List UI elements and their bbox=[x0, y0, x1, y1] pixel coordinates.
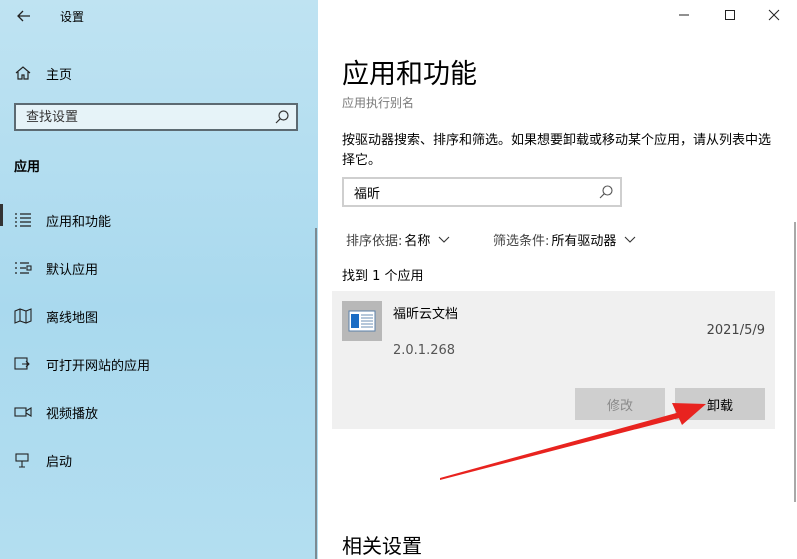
document-app-icon bbox=[348, 310, 376, 332]
search-icon[interactable] bbox=[598, 184, 614, 200]
sort-dropdown[interactable]: 排序依据: 名称 bbox=[346, 230, 450, 249]
startup-icon bbox=[15, 453, 29, 468]
sort-value: 名称 bbox=[404, 234, 431, 249]
app-search-input[interactable] bbox=[344, 183, 598, 201]
video-playback-icon bbox=[14, 407, 32, 417]
modify-button[interactable]: 修改 bbox=[575, 388, 665, 420]
settings-search-box[interactable] bbox=[14, 103, 298, 131]
main-pane: 应用和功能 应用执行别名 按驱动器搜索、排序和筛选。如果想要卸载或移动某个应用，… bbox=[318, 0, 797, 559]
settings-search-input[interactable] bbox=[16, 105, 274, 129]
app-name: 福昕云文档 bbox=[393, 307, 459, 322]
filter-dropdown[interactable]: 筛选条件: 所有驱动器 bbox=[493, 230, 636, 249]
close-icon bbox=[768, 9, 780, 21]
minimize-icon bbox=[679, 14, 689, 16]
sidebar-item-apps-for-websites[interactable]: 可打开网站的应用 bbox=[0, 340, 318, 388]
apps-features-icon bbox=[15, 213, 31, 227]
close-button[interactable] bbox=[751, 0, 797, 30]
filter-label: 筛选条件: bbox=[493, 234, 550, 249]
related-settings-heading: 相关设置 bbox=[342, 534, 422, 558]
home-icon bbox=[15, 66, 31, 80]
sidebar-item-label: 默认应用 bbox=[46, 262, 99, 278]
back-button[interactable] bbox=[12, 6, 36, 26]
sidebar: 设置 主页 应用 应用和功能 默认应用 离线地图 可打开网站的应用 视频播放 bbox=[0, 0, 318, 559]
chevron-down-icon bbox=[439, 236, 450, 243]
uninstall-button[interactable]: 卸载 bbox=[675, 388, 765, 420]
sidebar-item-offline-maps[interactable]: 离线地图 bbox=[0, 292, 318, 340]
app-search-box[interactable] bbox=[342, 177, 622, 207]
app-version: 2.0.1.268 bbox=[393, 343, 456, 358]
window-title: 设置 bbox=[60, 10, 85, 24]
app-icon bbox=[342, 301, 382, 341]
sidebar-item-label: 启动 bbox=[46, 454, 73, 470]
sidebar-item-video-playback[interactable]: 视频播放 bbox=[0, 388, 318, 436]
sidebar-item-apps-features[interactable]: 应用和功能 bbox=[0, 196, 318, 244]
apps-for-websites-icon bbox=[14, 357, 30, 370]
description-text: 按驱动器搜索、排序和筛选。如果想要卸载或移动某个应用，请从列表中选择它。 bbox=[342, 133, 772, 168]
sidebar-nav: 应用和功能 默认应用 离线地图 可打开网站的应用 视频播放 启动 bbox=[0, 196, 318, 484]
found-count-text: 找到 1 个应用 bbox=[342, 269, 424, 284]
section-title: 应用 bbox=[14, 160, 41, 175]
default-apps-icon bbox=[15, 262, 32, 274]
title-bar: 设置 bbox=[0, 0, 318, 32]
sidebar-item-label: 应用和功能 bbox=[46, 214, 112, 230]
sidebar-item-label: 可打开网站的应用 bbox=[46, 358, 151, 374]
filter-value: 所有驱动器 bbox=[551, 234, 617, 249]
sidebar-item-label: 视频播放 bbox=[46, 406, 99, 422]
home-label: 主页 bbox=[46, 67, 73, 83]
minimize-button[interactable] bbox=[661, 0, 707, 30]
home-nav-item[interactable]: 主页 bbox=[14, 62, 72, 84]
page-title: 应用和功能 bbox=[342, 59, 477, 90]
main-scrollbar[interactable] bbox=[794, 222, 796, 502]
maximize-icon bbox=[725, 10, 735, 20]
search-icon[interactable] bbox=[274, 109, 290, 125]
app-execution-alias-link[interactable]: 应用执行别名 bbox=[342, 94, 414, 111]
back-arrow-icon bbox=[17, 10, 30, 22]
app-install-date: 2021/5/9 bbox=[706, 323, 765, 338]
offline-maps-icon bbox=[14, 308, 32, 324]
sidebar-item-label: 离线地图 bbox=[46, 310, 99, 326]
maximize-button[interactable] bbox=[707, 0, 753, 30]
sidebar-item-startup[interactable]: 启动 bbox=[0, 436, 318, 484]
sort-label: 排序依据: bbox=[346, 234, 403, 249]
chevron-down-icon bbox=[625, 236, 636, 243]
sidebar-scrollbar[interactable] bbox=[315, 228, 317, 559]
sidebar-item-default-apps[interactable]: 默认应用 bbox=[0, 244, 318, 292]
app-list-item[interactable]: 福昕云文档 2021/5/9 2.0.1.268 修改 卸载 bbox=[332, 291, 775, 429]
